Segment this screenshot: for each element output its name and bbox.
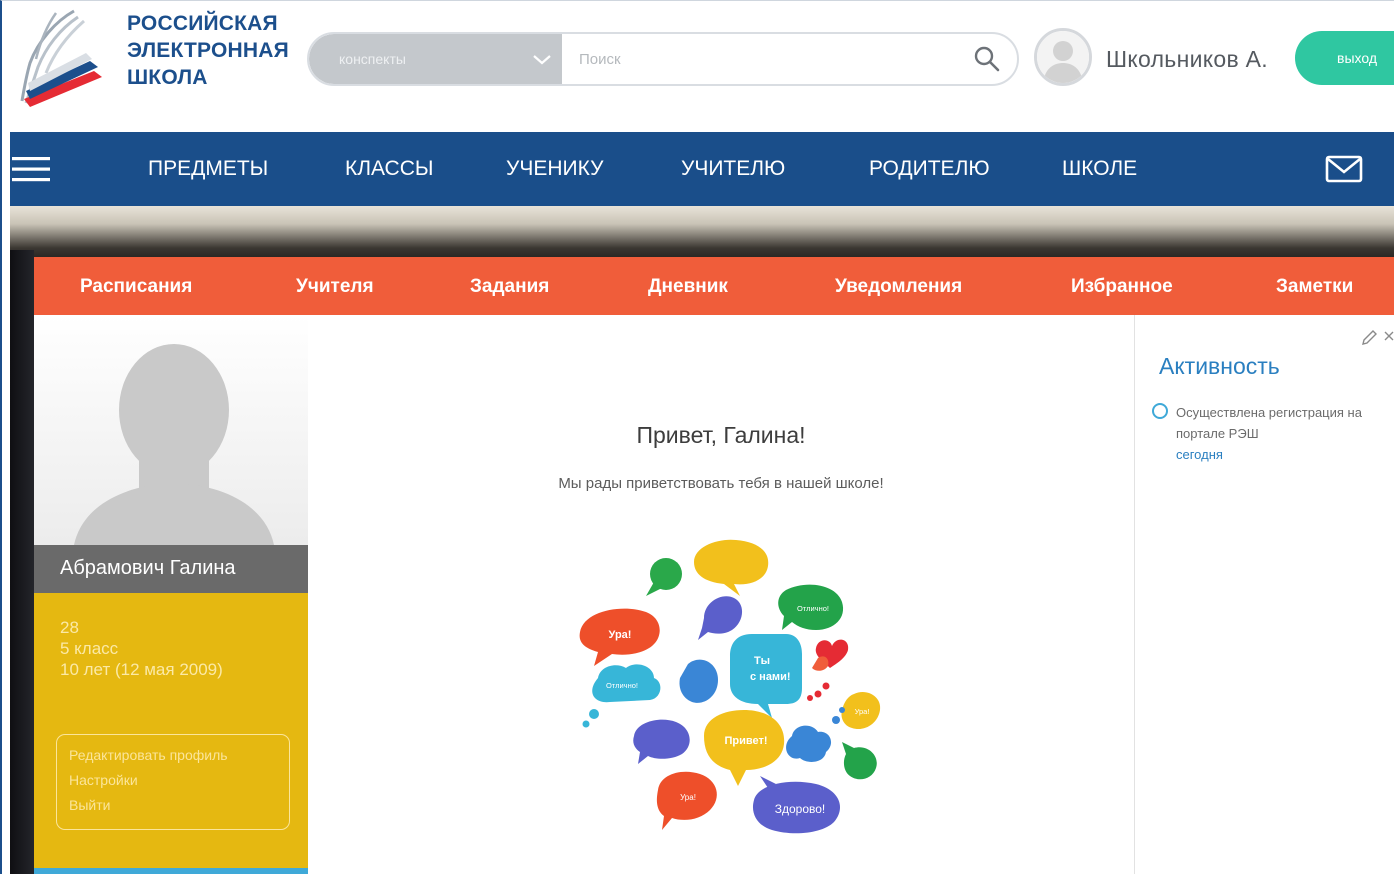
search-icon[interactable] [973, 45, 1001, 73]
speech-bubbles-illustration: Отлично! Ура! Ты с нами! Отлично! Ура! П… [579, 539, 881, 834]
logout-link[interactable]: Выйти [69, 797, 110, 813]
mail-icon[interactable] [1325, 155, 1363, 183]
user-name[interactable]: Школьников А. [1106, 46, 1268, 73]
main-nav: ПРЕДМЕТЫ КЛАССЫ УЧЕНИКУ УЧИТЕЛЮ РОДИТЕЛЮ… [10, 132, 1394, 206]
nav-item-teacher[interactable]: УЧИТЕЛЮ [681, 157, 785, 181]
avatar-silhouette-icon [1037, 31, 1089, 83]
hamburger-menu-icon[interactable] [12, 156, 50, 182]
profile-menu: Редактировать профиль Настройки Выйти [56, 734, 290, 830]
nav-item-school[interactable]: ШКОЛЕ [1062, 157, 1137, 181]
bubble-text: Отлично! [606, 681, 638, 690]
search-category-select[interactable]: конспекты [309, 34, 562, 84]
tab-teachers[interactable]: Учителя [296, 276, 374, 298]
chevron-down-icon [533, 55, 551, 65]
activity-bullet-icon [1152, 403, 1168, 419]
cabinet-subnav: Расписания Учителя Задания Дневник Уведо… [34, 257, 1394, 315]
pencil-icon[interactable] [1360, 329, 1378, 347]
logo-text: РОССИЙСКАЯ ЭЛЕКТРОННАЯ ШКОЛА [127, 10, 289, 91]
school-logo-icon[interactable] [16, 7, 111, 111]
tab-notifications[interactable]: Уведомления [835, 276, 962, 298]
tab-schedules[interactable]: Расписания [80, 276, 192, 298]
logo-line: РОССИЙСКАЯ [127, 12, 278, 35]
user-avatar[interactable] [1034, 28, 1092, 86]
profile-info: 28 5 класс 10 лет (12 мая 2009) Редактир… [34, 593, 308, 874]
site-header: РОССИЙСКАЯ ЭЛЕКТРОННАЯ ШКОЛА конспекты Ш… [0, 0, 1394, 132]
bubble-text: с нами! [750, 671, 791, 683]
edit-profile-link[interactable]: Редактировать профиль [69, 747, 228, 763]
nav-item-classes[interactable]: КЛАССЫ [345, 157, 433, 181]
search-input[interactable] [579, 46, 959, 72]
activity-item-date: сегодня [1176, 447, 1223, 462]
bubble-text: Привет! [724, 735, 767, 747]
nav-item-subjects[interactable]: ПРЕДМЕТЫ [148, 157, 268, 181]
bubble-text: Ура! [680, 793, 696, 802]
activity-item-text: Осуществлена регистрация на портале РЭШ [1176, 405, 1362, 441]
bubble-text: Ура! [855, 707, 870, 716]
greeting-subtitle: Мы рады приветствовать тебя в нашей школ… [34, 475, 1134, 492]
greeting-title-text: Привет, Галина! [636, 422, 806, 448]
settings-link[interactable]: Настройки [69, 772, 138, 788]
bubble-text: Ты [754, 655, 770, 667]
logo-line: ШКОЛА [127, 66, 208, 89]
close-icon[interactable] [1383, 329, 1394, 345]
tab-diary[interactable]: Дневник [648, 276, 728, 298]
profile-name: Абрамович Галина [60, 557, 236, 579]
profile-name-bar: Абрамович Галина [34, 545, 308, 593]
left-border [0, 132, 10, 874]
profile-bottom-bar [34, 868, 308, 874]
background-left-strip [10, 250, 34, 874]
nav-item-parent[interactable]: РОДИТЕЛЮ [869, 157, 990, 181]
tab-assignments[interactable]: Задания [470, 276, 549, 298]
search-category-value: конспекты [339, 51, 406, 67]
profile-number: 28 [60, 618, 79, 637]
cabinet-content: Абрамович Галина 28 5 класс 10 лет (12 м… [34, 315, 1394, 874]
tab-favorites[interactable]: Избранное [1071, 276, 1173, 298]
bubble-text: Ура! [609, 629, 632, 641]
nav-item-student[interactable]: УЧЕНИКУ [506, 157, 603, 181]
bubble-text: Здорово! [775, 802, 826, 816]
bubble-text: Отлично! [797, 604, 829, 613]
column-divider [1134, 315, 1135, 874]
logo-line: ЭЛЕКТРОННАЯ [127, 39, 289, 62]
profile-age: 10 лет (12 мая 2009) [60, 660, 223, 679]
profile-class: 5 класс [60, 639, 119, 658]
tab-notes[interactable]: Заметки [1276, 276, 1353, 298]
search-bar: конспекты [307, 32, 1019, 86]
greeting-subtitle-text: Мы рады приветствовать тебя в нашей школ… [558, 475, 884, 492]
exit-button[interactable]: выход [1295, 31, 1394, 85]
activity-title: Активность [1159, 353, 1280, 379]
greeting-title: Привет, Галина! [34, 422, 1134, 449]
